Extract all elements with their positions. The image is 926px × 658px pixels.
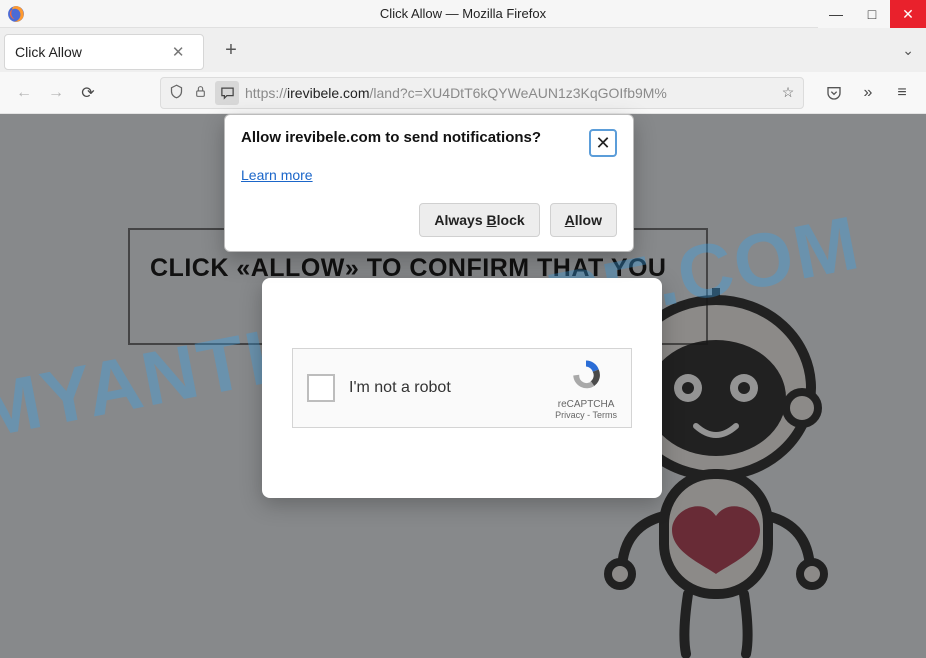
close-button[interactable]: ✕ <box>890 0 926 28</box>
recaptcha-brand: reCAPTCHA <box>555 399 617 410</box>
allow-button[interactable]: Allow <box>550 203 617 237</box>
recaptcha-branding: reCAPTCHA Privacy - Terms <box>555 356 617 420</box>
captcha-card: I'm not a robot reCAPTCHA Privacy - Term… <box>262 278 662 498</box>
window-title: Click Allow — Mozilla Firefox <box>0 6 926 21</box>
forward-button[interactable]: → <box>42 79 70 107</box>
permission-notification-icon[interactable] <box>215 81 239 105</box>
recaptcha-links[interactable]: Privacy - Terms <box>555 410 617 420</box>
notification-title: Allow irevibele.com to send notification… <box>241 129 541 146</box>
maximize-button[interactable]: □ <box>854 0 890 28</box>
firefox-icon <box>6 4 26 24</box>
tabs-overflow-icon[interactable]: ⌄ <box>902 42 914 59</box>
url-text: https://irevibele.com/land?c=XU4DtT6kQYW… <box>245 85 773 101</box>
nav-toolbar: ← → ⟳ https://irevibele.com/land?c=XU4Dt… <box>0 72 926 114</box>
url-bar[interactable]: https://irevibele.com/land?c=XU4DtT6kQYW… <box>160 77 804 109</box>
recaptcha-checkbox[interactable] <box>307 374 335 402</box>
browser-tab-active[interactable]: Click Allow ✕ <box>4 34 204 70</box>
tab-bar: Click Allow ✕ + ⌄ <box>0 28 926 72</box>
minimize-button[interactable]: ― <box>818 0 854 28</box>
always-block-button[interactable]: Always Block <box>419 203 539 237</box>
lock-icon[interactable] <box>191 85 209 101</box>
menu-icon[interactable]: ≡ <box>888 79 916 107</box>
recaptcha-widget: I'm not a robot reCAPTCHA Privacy - Term… <box>292 348 632 428</box>
window-titlebar: Click Allow — Mozilla Firefox ― □ ✕ <box>0 0 926 28</box>
back-button[interactable]: ← <box>10 79 38 107</box>
tab-label: Click Allow <box>15 44 82 60</box>
notification-permission-popup: Allow irevibele.com to send notification… <box>224 114 634 252</box>
tab-close-icon[interactable]: ✕ <box>172 43 185 61</box>
recaptcha-logo-icon <box>555 356 617 399</box>
overflow-extensions-icon[interactable]: » <box>854 79 882 107</box>
pocket-icon[interactable] <box>820 79 848 107</box>
new-tab-button[interactable]: + <box>214 33 248 67</box>
reload-button[interactable]: ⟳ <box>74 79 102 107</box>
shield-icon[interactable] <box>167 84 185 102</box>
recaptcha-label: I'm not a robot <box>349 379 555 397</box>
bookmark-star-icon[interactable]: ☆ <box>779 84 797 101</box>
learn-more-link[interactable]: Learn more <box>241 167 313 183</box>
notification-close-button[interactable]: ✕ <box>589 129 617 157</box>
window-controls: ― □ ✕ <box>818 0 926 28</box>
